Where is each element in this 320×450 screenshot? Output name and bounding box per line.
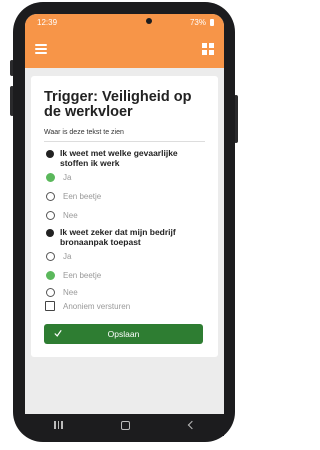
question-2: Ik weet zeker dat mijn bedrijf bronaanpa… [44, 227, 205, 247]
question-group: Ik weet met welke gevaarlijke stoffen ik… [44, 148, 205, 225]
info-link[interactable]: Waar is deze tekst te zien [44, 129, 205, 136]
android-nav-bar [25, 414, 224, 436]
radio-icon[interactable] [46, 252, 55, 261]
option-label: Nee [63, 211, 78, 220]
radio-icon[interactable] [46, 192, 55, 201]
status-bar: 12:39 73% [25, 14, 224, 30]
option-label: Een beetje [63, 192, 102, 201]
option-q1-nee[interactable]: Nee [44, 206, 205, 225]
option-label: Een beetje [63, 271, 102, 280]
question-text: Ik weet met welke gevaarlijke stoffen ik… [60, 148, 178, 168]
anonymous-checkbox[interactable] [45, 301, 55, 311]
option-label: Ja [63, 173, 72, 182]
question-text: Ik weet zeker dat mijn bedrijf bronaanpa… [60, 227, 176, 247]
app-bar [25, 30, 224, 68]
recent-apps-icon[interactable] [54, 421, 63, 429]
option-q1-ja[interactable]: Ja [44, 168, 205, 187]
anonymous-checkbox-row[interactable]: Anoniem versturen [44, 299, 205, 313]
radio-icon[interactable] [46, 287, 55, 297]
camera-icon [146, 18, 152, 24]
battery-icon [210, 18, 214, 26]
option-label: Nee [63, 287, 78, 297]
screen: 12:39 73% Trigger: Veiligheid op de werk… [25, 14, 224, 414]
battery-percentage: 73% [189, 17, 206, 27]
radio-icon[interactable] [46, 211, 55, 220]
survey-card: Trigger: Veiligheid op de werkvloer Waar… [31, 76, 218, 357]
question-bullet-icon [46, 150, 54, 158]
question-bullet-icon [46, 229, 54, 237]
page-title: Trigger: Veiligheid op de werkvloer [44, 89, 192, 120]
radio-selected-icon[interactable] [46, 173, 55, 182]
status-right: 73% [190, 18, 214, 27]
save-label: Opslaan [107, 329, 140, 339]
radio-selected-icon[interactable] [46, 271, 55, 280]
grid-icon[interactable] [202, 43, 214, 55]
option-q1-een-beetje[interactable]: Een beetje [44, 187, 205, 206]
option-q2-nee[interactable]: Nee [44, 285, 205, 299]
option-q2-een-beetje[interactable]: Een beetje [44, 266, 205, 285]
question-1: Ik weet met welke gevaarlijke stoffen ik… [44, 148, 205, 168]
option-q2-ja[interactable]: Ja [44, 247, 205, 266]
status-time: 12:39 [37, 17, 58, 27]
save-button[interactable]: Opslaan [44, 324, 203, 344]
hamburger-icon[interactable] [35, 44, 47, 54]
back-icon[interactable] [187, 420, 196, 430]
checkmark-icon [54, 329, 62, 337]
anonymous-label: Anoniem versturen [63, 301, 131, 311]
home-icon[interactable] [121, 420, 131, 430]
question-group: Ik weet zeker dat mijn bedrijf bronaanpa… [44, 227, 205, 299]
option-label: Ja [63, 252, 72, 261]
divider [44, 141, 205, 142]
